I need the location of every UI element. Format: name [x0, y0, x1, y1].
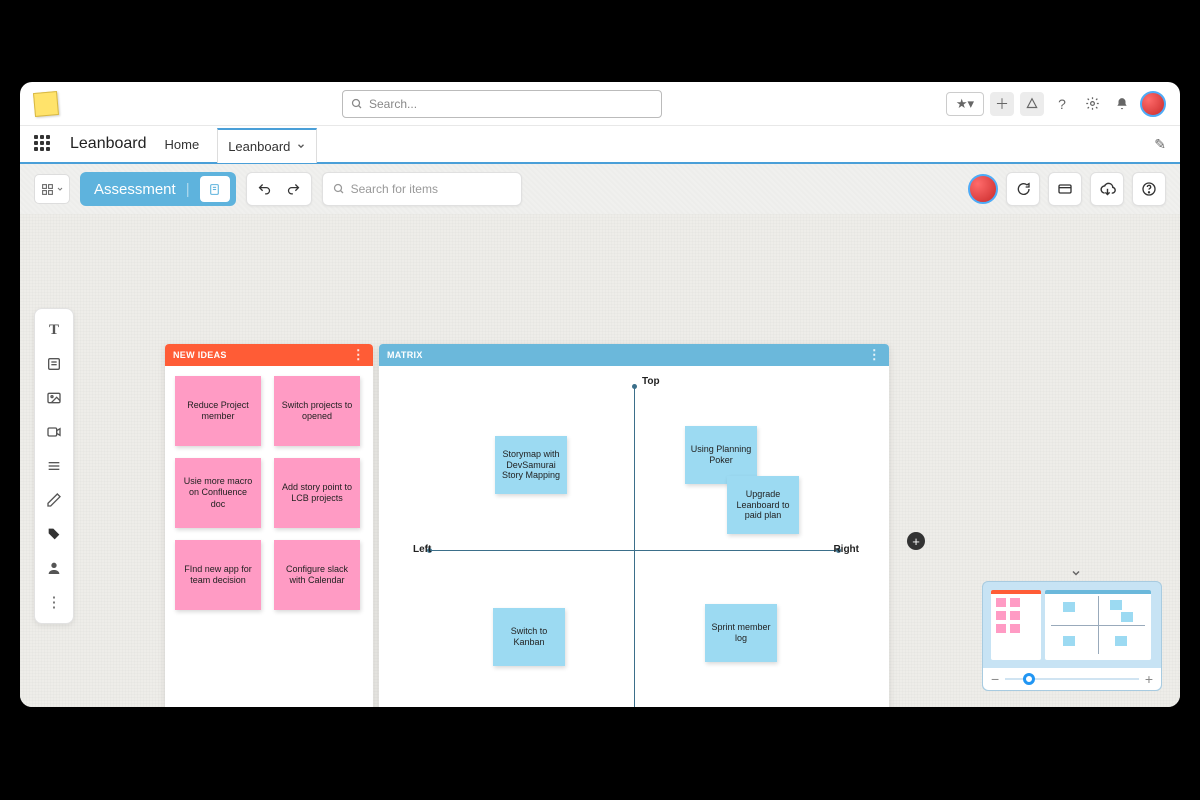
sticky-card[interactable]: FInd new app for team decision	[175, 540, 261, 610]
help-circle-button[interactable]	[1132, 172, 1166, 206]
tag-tool-icon[interactable]	[39, 519, 69, 549]
pen-tool-icon[interactable]	[39, 485, 69, 515]
nav-tab-label: Leanboard	[228, 139, 290, 154]
text-tool-icon[interactable]: T	[39, 315, 69, 345]
download-cloud-button[interactable]	[1090, 172, 1124, 206]
sticky-card[interactable]: Switch to Kanban	[493, 608, 565, 666]
app-name: Leanboard	[70, 135, 147, 153]
sticky-card[interactable]: Usie more macro on Confluence doc	[175, 458, 261, 528]
sticky-card[interactable]: Reduce Project member	[175, 376, 261, 446]
settings-gear-icon[interactable]	[1080, 92, 1104, 116]
layout-grid-button[interactable]	[34, 174, 70, 204]
board-toolbar: Assessment | Search for items	[20, 164, 1180, 214]
list-tool-icon[interactable]	[39, 451, 69, 481]
global-search-input[interactable]: Search...	[342, 90, 662, 118]
board-document-icon[interactable]	[200, 176, 230, 202]
sticky-card[interactable]: Configure slack with Calendar	[274, 540, 360, 610]
more-tools-icon[interactable]: ⋮	[39, 587, 69, 617]
create-button[interactable]: ＋	[990, 92, 1014, 116]
zoom-thumb[interactable]	[1023, 673, 1035, 685]
minimap-collapse-icon[interactable]	[1070, 567, 1082, 579]
nav-home[interactable]: Home	[165, 137, 200, 152]
search-icon	[351, 98, 363, 110]
board-title: Assessment	[94, 181, 176, 198]
minimap-matrix-panel	[1045, 590, 1151, 660]
image-tool-icon[interactable]	[39, 383, 69, 413]
canvas[interactable]: T ⋮	[20, 214, 1180, 707]
redo-button[interactable]	[286, 182, 301, 197]
search-placeholder: Search...	[369, 97, 417, 111]
app-logo-note-icon	[33, 90, 59, 116]
chevron-down-icon	[296, 141, 306, 151]
axis-label-right: Right	[833, 544, 859, 555]
search-icon	[333, 183, 345, 195]
items-search-placeholder: Search for items	[351, 182, 438, 196]
collaborator-avatar[interactable]	[968, 174, 998, 204]
sticky-card[interactable]: Add story point to LCB projects	[274, 458, 360, 528]
help-icon[interactable]: ?	[1050, 92, 1074, 116]
app-switcher-icon[interactable]	[34, 135, 52, 153]
user-avatar[interactable]	[1140, 91, 1166, 117]
edit-pencil-icon[interactable]: ✎	[1154, 136, 1166, 153]
minimap-container: − +	[982, 581, 1162, 691]
nav-row: Leanboard Home Leanboard ✎	[20, 126, 1180, 164]
topbar: Search... ★▾ ＋ ?	[20, 82, 1180, 126]
board: NEW IDEAS ⋮ Reduce Project member Switch…	[165, 344, 889, 707]
panel-menu-icon[interactable]: ⋮	[868, 347, 881, 363]
zoom-slider[interactable]: − +	[983, 668, 1161, 690]
panel-new-ideas[interactable]: NEW IDEAS ⋮ Reduce Project member Switch…	[165, 344, 373, 707]
user-tool-icon[interactable]	[39, 553, 69, 583]
nav-tab-leanboard[interactable]: Leanboard	[217, 128, 317, 163]
comments-button[interactable]	[1006, 172, 1040, 206]
board-title-chip[interactable]: Assessment |	[80, 172, 236, 206]
add-panel-button-right[interactable]: +	[907, 532, 925, 550]
toolbar-right	[968, 172, 1166, 206]
matrix-body: Top Bottom Left Right Storymap with DevS…	[379, 366, 889, 707]
panel-title: MATRIX	[387, 350, 423, 360]
sticky-tool-icon[interactable]	[39, 349, 69, 379]
axis-vertical	[634, 386, 635, 707]
panel-header-matrix: MATRIX ⋮	[379, 344, 889, 366]
items-search-input[interactable]: Search for items	[322, 172, 522, 206]
header-actions: ★▾ ＋ ?	[946, 91, 1166, 117]
video-tool-icon[interactable]	[39, 417, 69, 447]
panel-header-ideas: NEW IDEAS ⋮	[165, 344, 373, 366]
sticky-card[interactable]: Storymap with DevSamurai Story Mapping	[495, 436, 567, 494]
favorites-button[interactable]: ★▾	[946, 92, 984, 116]
ideas-body: Reduce Project member Switch projects to…	[165, 366, 373, 620]
sticky-card[interactable]: Sprint member log	[705, 604, 777, 662]
axis-label-top: Top	[642, 376, 660, 387]
sticky-card[interactable]: Switch projects to opened	[274, 376, 360, 446]
tool-palette: T ⋮	[34, 308, 74, 624]
panel-matrix[interactable]: MATRIX ⋮ Top Bottom Left Right Storymap …	[379, 344, 889, 707]
upgrade-icon[interactable]	[1020, 92, 1044, 116]
undo-redo-group	[246, 172, 312, 206]
zoom-in-icon[interactable]: +	[1145, 671, 1153, 687]
minimap-ideas-panel	[991, 590, 1041, 660]
minimap[interactable]: − +	[982, 581, 1162, 691]
card-view-button[interactable]	[1048, 172, 1082, 206]
notifications-bell-icon[interactable]	[1110, 92, 1134, 116]
panel-menu-icon[interactable]: ⋮	[352, 347, 365, 363]
app-window: Search... ★▾ ＋ ? Leanboard Home Leanboar…	[20, 82, 1180, 707]
axis-end-dot	[632, 384, 637, 389]
zoom-out-icon[interactable]: −	[991, 671, 999, 687]
axis-label-left: Left	[413, 544, 431, 555]
sticky-card[interactable]: Upgrade Leanboard to paid plan	[727, 476, 799, 534]
zoom-track[interactable]	[1005, 678, 1139, 680]
undo-button[interactable]	[257, 182, 272, 197]
panel-title: NEW IDEAS	[173, 350, 227, 360]
